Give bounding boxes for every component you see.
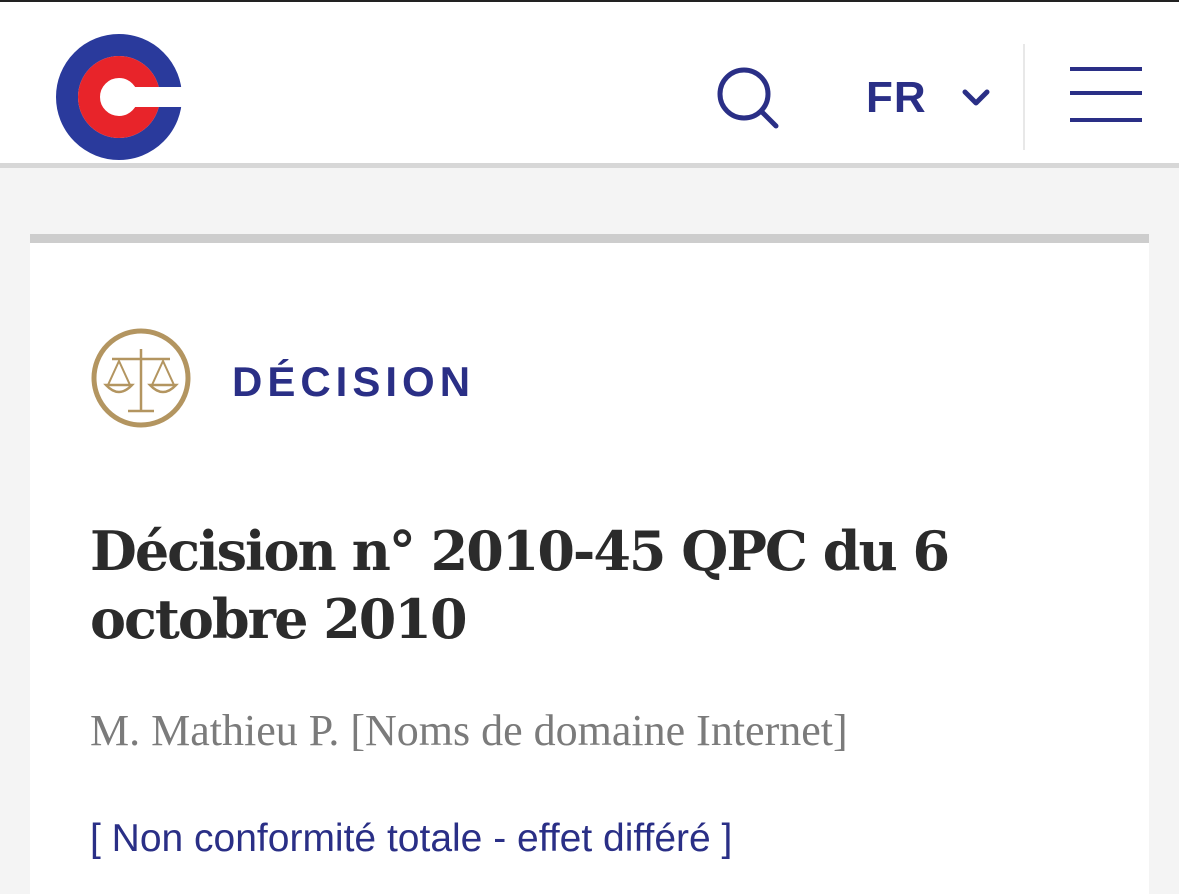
category-label: DÉCISION [232, 358, 476, 405]
header-divider [1023, 44, 1025, 150]
conseil-constitutionnel-logo[interactable] [52, 30, 189, 164]
search-button[interactable] [712, 64, 784, 132]
hamburger-menu-icon [1070, 67, 1142, 71]
scales-of-justice-icon [90, 327, 192, 429]
page-title: Décision n° 2010-45 QPC du 6 octobre 201… [90, 519, 950, 651]
decision-status: [ Non conformité totale - effet différé … [90, 817, 733, 860]
site-header: FR [0, 0, 1179, 168]
menu-button[interactable] [1068, 64, 1144, 128]
language-selector[interactable]: FR [866, 70, 996, 126]
search-icon [717, 67, 779, 129]
decision-subtitle: M. Mathieu P. [Noms de domaine Internet] [90, 706, 848, 755]
language-label: FR [866, 73, 927, 122]
decision-card: DÉCISION Décision n° 2010-45 QPC du 6 oc… [30, 234, 1149, 894]
chevron-down-icon [962, 89, 990, 106]
